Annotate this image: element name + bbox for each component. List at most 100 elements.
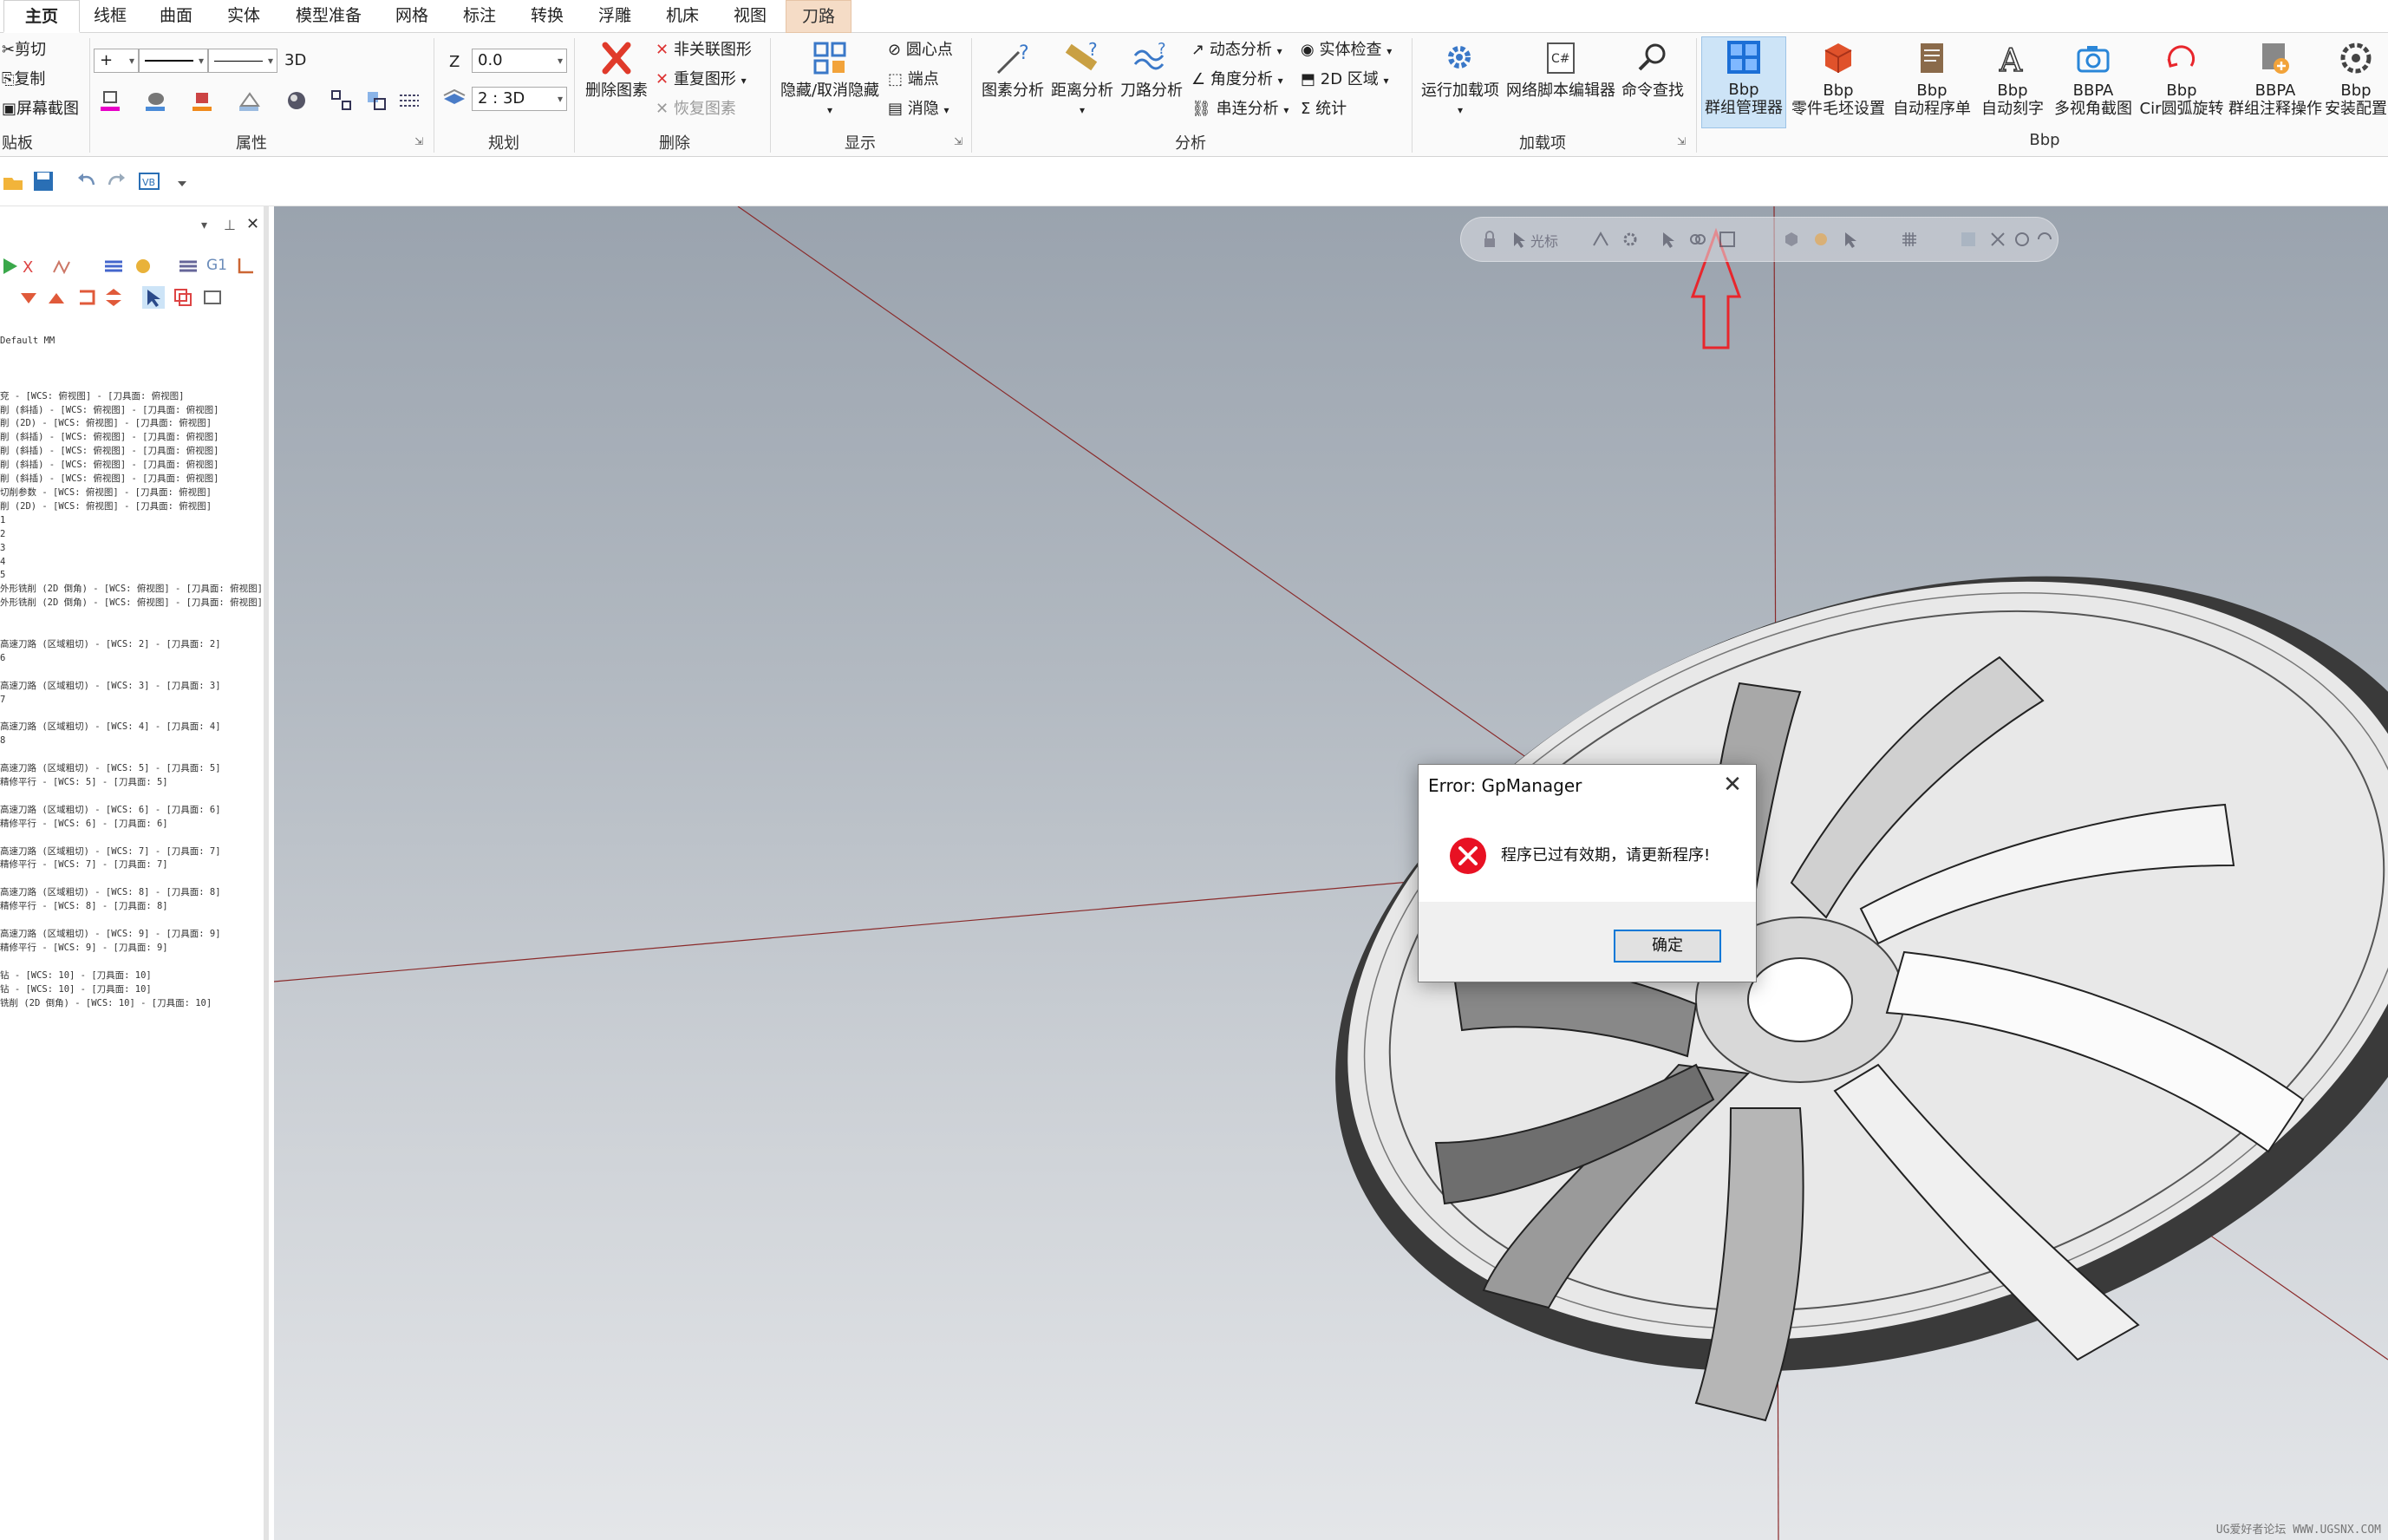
- duplicate-button[interactable]: ✕ 重复图形 ▾: [656, 69, 747, 91]
- line-style-select[interactable]: ▾: [139, 49, 208, 73]
- entity-analysis-button[interactable]: ? 图素分析: [978, 38, 1047, 100]
- ok-button[interactable]: 确定: [1614, 930, 1721, 962]
- pin-icon[interactable]: ⊥: [224, 217, 236, 233]
- undo-icon[interactable]: [75, 169, 99, 193]
- center-point-button[interactable]: ⊘ 圆心点: [888, 40, 953, 61]
- redo-icon[interactable]: [104, 169, 128, 193]
- cursor-mode-label[interactable]: 光标: [1530, 230, 1558, 251]
- surface-color-icon[interactable]: [144, 88, 168, 113]
- area-2d-button[interactable]: ⬒ 2D 区域 ▾: [1301, 69, 1389, 91]
- blank-button[interactable]: ▤ 消隐 ▾: [888, 99, 949, 121]
- copy-button[interactable]: ⎘复制: [2, 69, 45, 90]
- cut-button[interactable]: ✂剪切: [2, 40, 46, 61]
- point-select-icon[interactable]: [1591, 230, 1610, 249]
- bbpa-multi-view-screenshot-button[interactable]: BBPA 多视角截图: [2050, 38, 2137, 118]
- bbp-install-config-button[interactable]: Bbp 安装配置: [2324, 38, 2388, 118]
- display-options-icon[interactable]: [201, 286, 224, 309]
- select-last-icon[interactable]: [1988, 230, 2007, 249]
- save-icon[interactable]: [31, 169, 55, 193]
- face-select-icon[interactable]: [1811, 230, 1830, 249]
- graphics-viewport[interactable]: 光标 UG爱好者论坛 WWW.UGSNX.COM: [274, 206, 2388, 1540]
- solid-color-icon[interactable]: [191, 88, 215, 113]
- dialog-close-icon[interactable]: ✕: [1719, 772, 1745, 798]
- wireframe-color-icon[interactable]: [99, 88, 123, 113]
- filter-icon[interactable]: [1959, 230, 1978, 249]
- bbpa-group-annotation-button[interactable]: BBPA 群组注释操作: [2227, 38, 2324, 118]
- chain-select-icon[interactable]: [1688, 230, 1707, 249]
- grid-icon[interactable]: [329, 88, 354, 113]
- invert-selection-icon[interactable]: [2035, 230, 2054, 249]
- point-style-select[interactable]: + ▾: [94, 49, 139, 73]
- grid-select-icon[interactable]: [1900, 230, 1919, 249]
- screenshot-button[interactable]: ▣屏幕截图: [2, 99, 79, 120]
- tab-view[interactable]: 视图: [720, 0, 780, 33]
- play-icon[interactable]: [0, 255, 23, 277]
- arrow-select-icon[interactable]: [1659, 230, 1678, 249]
- solid-select-icon[interactable]: [1782, 230, 1801, 249]
- close-icon[interactable]: ✕: [246, 215, 259, 233]
- simulate-icon[interactable]: [132, 255, 154, 277]
- tab-home[interactable]: 主页: [3, 0, 80, 33]
- post-icon[interactable]: [177, 255, 199, 277]
- clear-selection-icon[interactable]: [2013, 230, 2032, 249]
- stack-icon[interactable]: [102, 255, 125, 277]
- globe-icon[interactable]: [284, 88, 309, 113]
- attributes-launcher-icon[interactable]: ⇲: [414, 135, 423, 147]
- copy-ops-icon[interactable]: [172, 286, 194, 309]
- plane-select[interactable]: 2 : 3D ▾: [472, 87, 567, 111]
- chain-analysis-button[interactable]: ⛓ 串连分析 ▾: [1191, 99, 1289, 121]
- stats-button[interactable]: Σ 统计: [1301, 99, 1347, 120]
- tab-annotate[interactable]: 标注: [449, 0, 510, 33]
- insert-arrow-icon[interactable]: [76, 286, 99, 309]
- bbp-stock-setup-button[interactable]: Bbp 零件毛坯设置: [1788, 38, 1889, 118]
- tab-wireframe[interactable]: 线框: [80, 0, 140, 33]
- command-find-button[interactable]: 命令查找: [1618, 38, 1687, 100]
- distance-analysis-button[interactable]: ? 距离分析 ▾: [1047, 38, 1117, 120]
- expand-collapse-icon[interactable]: [102, 286, 125, 309]
- tab-surface[interactable]: 曲面: [146, 0, 206, 33]
- vector-select-icon[interactable]: [1841, 230, 1860, 249]
- angle-analysis-button[interactable]: ∠ 角度分析 ▾: [1191, 69, 1283, 91]
- open-file-icon[interactable]: [2, 169, 26, 193]
- dynamic-analysis-button[interactable]: ↗ 动态分析 ▾: [1191, 40, 1282, 62]
- display-launcher-icon[interactable]: ⇲: [954, 135, 962, 147]
- layer-icon[interactable]: [238, 88, 262, 113]
- panel-dropdown-icon[interactable]: ▾: [201, 219, 207, 232]
- z-depth-input[interactable]: 0.0 ▾: [472, 49, 567, 73]
- cursor-icon[interactable]: [1510, 230, 1529, 249]
- window-select-icon[interactable]: [1718, 230, 1737, 249]
- hide-unhide-button[interactable]: 隐藏/取消隐藏 ▾: [773, 38, 886, 120]
- tab-model-prep[interactable]: 模型准备: [283, 0, 375, 33]
- bbp-auto-program-sheet-button[interactable]: Bbp 自动程序单: [1889, 38, 1975, 118]
- tab-transform[interactable]: 转换: [517, 0, 577, 33]
- solid-check-button[interactable]: ◉ 实体检查 ▾: [1301, 40, 1392, 62]
- tab-machine[interactable]: 机床: [652, 0, 713, 33]
- bbp-group-manager-button[interactable]: Bbp 群组管理器: [1701, 36, 1786, 128]
- axis-icon[interactable]: [234, 255, 257, 277]
- net-script-editor-button[interactable]: C# 网络脚本编辑器: [1504, 38, 1618, 100]
- tab-toolpaths[interactable]: 刀路: [786, 0, 851, 33]
- delete-entity-button[interactable]: 删除图素: [579, 38, 654, 100]
- move-up-icon[interactable]: [45, 286, 68, 309]
- tab-solid[interactable]: 实体: [213, 0, 274, 33]
- tab-mesh[interactable]: 网格: [382, 0, 442, 33]
- mode-3d-label[interactable]: 3D: [284, 50, 306, 71]
- settings-icon[interactable]: [1621, 230, 1640, 249]
- transform-icon[interactable]: [364, 88, 388, 113]
- endpoint-button[interactable]: ⬚ 端点: [888, 69, 939, 90]
- tab-relief[interactable]: 浮雕: [584, 0, 645, 33]
- toolpath-verify-icon[interactable]: [50, 255, 73, 277]
- lock-icon[interactable]: [1480, 230, 1499, 249]
- g1-icon[interactable]: G1: [206, 257, 227, 274]
- customize-qat-icon[interactable]: [170, 169, 194, 193]
- restore-button[interactable]: ✕ 恢复图素: [656, 99, 736, 120]
- bbp-cir-arc-rotate-button[interactable]: Bbp Cir圆弧旋转: [2137, 38, 2227, 118]
- move-down-icon[interactable]: [17, 286, 40, 309]
- line-width-select[interactable]: ▾: [208, 49, 277, 73]
- run-addin-button[interactable]: 运行加载项 ▾: [1417, 38, 1504, 120]
- addins-launcher-icon[interactable]: ⇲: [1677, 135, 1686, 147]
- vb-script-icon[interactable]: VB: [137, 169, 161, 193]
- select-pointer-icon[interactable]: [142, 286, 165, 309]
- regenerate-icon[interactable]: Ⅹ: [21, 255, 43, 277]
- unlink-button[interactable]: ✕ 非关联图形: [656, 40, 752, 61]
